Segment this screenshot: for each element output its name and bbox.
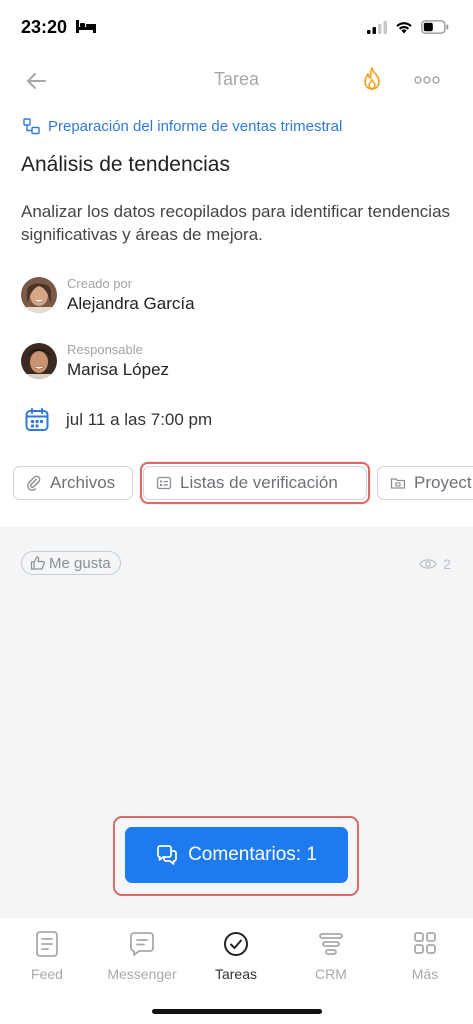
like-button[interactable]: Me gusta [21,551,121,575]
more-icon[interactable] [413,70,441,90]
responsible-role-label: Responsable [67,342,143,357]
views-counter: 2 [419,556,451,572]
tab-feed-label: Feed [31,966,63,982]
folder-icon [390,478,406,489]
navigation-bar: Tarea [0,56,473,104]
messenger-icon [130,932,154,956]
battery-icon [421,20,449,34]
tab-mas-label: Más [411,966,439,982]
grid-icon [414,932,436,954]
chip-proyecto-label: Proyect [414,473,472,492]
tab-mas[interactable]: Más [380,930,470,982]
thumbs-up-icon [30,556,45,570]
flame-icon[interactable] [361,66,383,92]
chip-proyecto[interactable]: Proyect [377,466,473,500]
tab-tareas-label: Tareas [214,966,258,982]
tab-messenger-label: Messenger [107,966,177,982]
signal-icon [367,20,387,34]
crm-icon [319,933,343,955]
tab-crm-label: CRM [315,966,347,982]
task-sections-chips: Archivos Listas de verificación Proyect [13,466,473,502]
creator-avatar [21,277,57,313]
home-indicator [152,1009,322,1014]
calendar-icon [25,408,49,431]
responsible-row[interactable]: Responsable Marisa López [21,342,169,380]
tab-feed[interactable]: Feed [2,930,92,982]
task-description: Analizar los datos recopilados para iden… [21,202,451,244]
chip-listas-de-verificacion[interactable]: Listas de verificación [143,466,367,500]
comments-button-label: Comentarios: 1 [188,844,317,865]
feed-icon [36,931,58,957]
page-title: Tarea [213,69,260,89]
comments-icon [157,845,177,865]
deadline-text: jul 11 a las 7:00 pm [66,410,213,429]
task-title: Análisis de tendencias [21,153,230,176]
project-name: Preparación del informe de ventas trimes… [48,118,343,135]
tasks-icon [224,932,248,956]
status-time: 23:20 [21,17,68,37]
bed-icon [76,20,96,33]
status-bar: 23:20 [0,0,473,56]
creator-role-label: Creado por [67,276,133,291]
deadline-row[interactable]: jul 11 a las 7:00 pm [24,407,212,433]
chip-archivos-label: Archivos [50,473,116,492]
tab-crm[interactable]: CRM [286,930,376,982]
paperclip-icon [27,475,41,491]
like-label: Me gusta [49,554,111,572]
wifi-icon [396,21,412,33]
creator-name: Alejandra García [67,294,195,313]
project-link[interactable]: Preparación del informe de ventas trimes… [23,118,342,135]
tab-messenger[interactable]: Messenger [97,930,187,982]
eye-icon [419,559,437,569]
responsible-name: Marisa López [67,360,170,379]
creator-row[interactable]: Creado por Alejandra García [21,276,195,314]
status-icons [367,20,449,34]
views-count: 2 [443,556,451,572]
chip-archivos[interactable]: Archivos [13,466,133,500]
tab-tareas[interactable]: Tareas [191,930,281,982]
chip-listas-label: Listas de verificación [180,473,338,492]
hierarchy-icon [23,118,40,135]
responsible-avatar [21,343,57,379]
comments-button[interactable]: Comentarios: 1 [125,827,348,883]
checklist-icon [156,476,172,490]
